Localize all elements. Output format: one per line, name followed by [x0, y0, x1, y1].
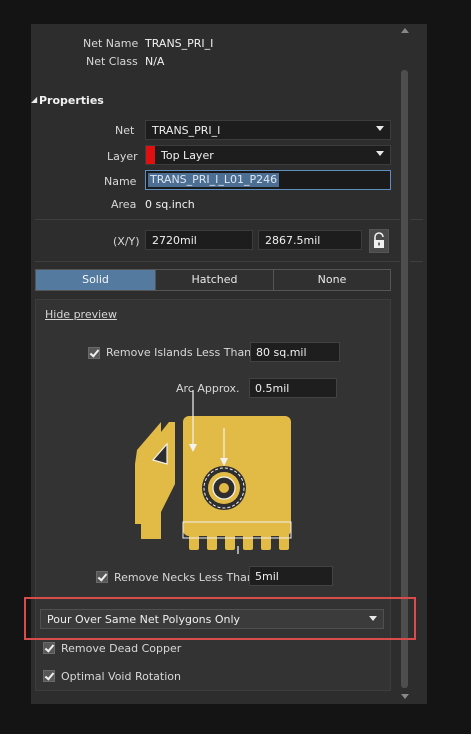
tab-solid[interactable]: Solid	[36, 270, 155, 290]
optimal-void-rotation-checkbox[interactable]	[43, 670, 55, 682]
net-class-label: Net Class	[86, 55, 138, 68]
net-name-value: TRANS_PRI_I	[145, 37, 214, 50]
tab-hatched[interactable]: Hatched	[156, 270, 273, 290]
lock-icon	[374, 232, 384, 248]
chevron-down-icon	[369, 616, 377, 621]
layer-label: Layer	[107, 150, 138, 163]
remove-necks-label: Remove Necks Less Than	[114, 571, 254, 584]
pour-over-select-value: Pour Over Same Net Polygons Only	[47, 613, 241, 626]
polygon-properties-panel: Net Name TRANS_PRI_I Net Class N/A ◢ Pro…	[31, 24, 427, 704]
layer-select[interactable]: Top Layer	[145, 145, 391, 165]
chevron-down-icon	[376, 151, 384, 156]
scroll-down-arrow-icon[interactable]	[401, 694, 409, 699]
net-class-value: N/A	[145, 55, 165, 68]
remove-islands-input[interactable]: 80 sq.mil	[250, 342, 340, 362]
net-label: Net	[115, 124, 135, 137]
net-select[interactable]: TRANS_PRI_I	[145, 120, 391, 140]
fill-mode-tabs: Solid Hatched None	[35, 269, 391, 291]
name-input[interactable]: TRANS_PRI_I_L01_P246	[145, 170, 391, 190]
optimal-void-rotation-label: Optimal Void Rotation	[61, 670, 181, 683]
remove-necks-input[interactable]: 5mil	[249, 566, 333, 586]
pour-over-select[interactable]: Pour Over Same Net Polygons Only	[40, 609, 384, 629]
layer-color-swatch	[146, 146, 155, 164]
y-input[interactable]: 2867.5mil	[258, 230, 362, 250]
collapse-triangle-icon: ◢	[31, 95, 38, 104]
scrollbar-thumb[interactable]	[401, 70, 408, 688]
hide-preview-link[interactable]: Hide preview	[45, 308, 117, 321]
layer-select-value: Top Layer	[161, 149, 214, 162]
remove-necks-checkbox[interactable]	[96, 571, 108, 583]
properties-title: Properties	[39, 94, 104, 107]
area-label: Area	[111, 198, 137, 211]
area-value: 0 sq.inch	[145, 198, 195, 211]
net-name-label: Net Name	[83, 37, 139, 50]
tab-none[interactable]: None	[274, 270, 390, 290]
xy-label: (X/Y)	[113, 235, 140, 248]
divider	[35, 219, 423, 220]
lock-button[interactable]	[369, 229, 389, 253]
scroll-up-arrow-icon[interactable]	[401, 28, 409, 33]
name-label: Name	[104, 175, 137, 188]
remove-necks-value: 5mil	[255, 570, 279, 583]
net-select-value: TRANS_PRI_I	[152, 124, 221, 137]
remove-dead-copper-label: Remove Dead Copper	[61, 642, 182, 655]
x-input-value: 2720mil	[152, 234, 197, 247]
remove-islands-value: 80 sq.mil	[256, 346, 307, 359]
name-input-value: TRANS_PRI_I_L01_P246	[148, 173, 280, 187]
properties-section-header[interactable]: ◢ Properties	[31, 90, 427, 112]
remove-islands-label: Remove Islands Less Than	[106, 346, 252, 359]
y-input-value: 2867.5mil	[265, 234, 321, 247]
x-input[interactable]: 2720mil	[145, 230, 253, 250]
divider	[35, 261, 423, 262]
remove-dead-copper-checkbox[interactable]	[43, 642, 55, 654]
polygon-preview-illustration	[135, 390, 292, 554]
remove-islands-checkbox[interactable]	[88, 347, 100, 359]
chevron-down-icon	[376, 126, 384, 131]
